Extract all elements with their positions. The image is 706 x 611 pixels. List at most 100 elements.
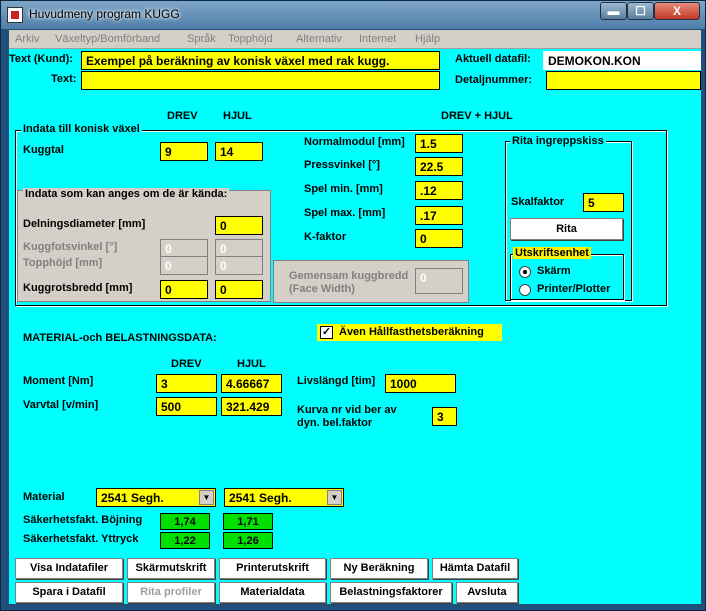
menu-internet[interactable]: Internet — [359, 33, 396, 45]
spel-max-input[interactable]: .17 — [415, 206, 463, 225]
topphojd-label: Topphöjd [mm] — [23, 257, 103, 269]
k-faktor-label: K-faktor — [304, 231, 347, 243]
materialdata-button[interactable]: Materialdata — [219, 582, 326, 603]
k-faktor-input[interactable]: 0 — [415, 229, 463, 248]
spel-min-input[interactable]: .12 — [415, 181, 463, 200]
varvtal-hjul-input[interactable]: 321.429 — [221, 397, 282, 416]
optional-frame-title: Indata som kan anges om de är kända: — [23, 188, 230, 200]
visa-indatafiler-button[interactable]: Visa Indatafiler — [15, 558, 123, 579]
sak-yttryck-hjul-value: 1,26 — [223, 532, 273, 549]
menu-topphojd[interactable]: Topphöjd — [228, 33, 273, 45]
normalmodul-label: Normalmodul [mm] — [304, 136, 405, 148]
kurva-sublabel: dyn. bel.faktor — [297, 417, 373, 429]
material-hjul-value: 2541 Segh. — [229, 491, 292, 505]
varvtal-label: Varvtal [v/min] — [23, 399, 99, 411]
kuggrotsbredd-label: Kuggrotsbredd [mm] — [23, 282, 133, 294]
avsluta-button[interactable]: Avsluta — [456, 582, 518, 603]
window-title: Huvudmeny program KUGG — [29, 7, 180, 21]
delningsdiameter-input[interactable]: 0 — [215, 216, 263, 235]
sak-bojning-drev-value: 1,74 — [160, 513, 210, 530]
skalfaktor-input[interactable]: 5 — [583, 193, 624, 212]
face-width-label: Gemensam kuggbredd — [289, 270, 409, 282]
indata-frame-title: Indata till konisk växel — [21, 123, 142, 135]
spel-min-label: Spel min. [mm] — [304, 183, 383, 195]
material-section-title: MATERIAL-och BELASTNINGSDATA: — [23, 332, 217, 344]
pressvinkel-input[interactable]: 22.5 — [415, 157, 463, 176]
face-width-input[interactable]: 0 — [415, 268, 463, 294]
rita-frame-title: Rita ingreppskiss — [510, 135, 606, 147]
menu-vaxeltyp[interactable]: Växeltyp/Bomförband — [55, 33, 160, 45]
printer-radio[interactable] — [519, 284, 531, 296]
title-bar[interactable]: Huvudmeny program KUGG ▬ ☐ X — [1, 1, 705, 29]
skarm-radio[interactable] — [519, 266, 531, 278]
menu-hjalp[interactable]: Hjälp — [415, 33, 440, 45]
face-width-sublabel: (Face Width) — [289, 283, 355, 295]
sak-bojning-hjul-value: 1,71 — [223, 513, 273, 530]
hallfasthet-label: Även Hållfasthetsberäkning — [339, 326, 484, 338]
menu-alternativ[interactable]: Alternativ — [296, 33, 342, 45]
text-input[interactable] — [81, 71, 440, 90]
moment-label: Moment [Nm] — [23, 375, 94, 387]
datafil-value: DEMOKON.KON — [543, 51, 701, 70]
drev-hjul-header: DREV + HJUL — [441, 110, 513, 122]
detaljnummer-input[interactable] — [546, 71, 701, 90]
close-button[interactable]: X — [654, 2, 700, 20]
material-drev-header: DREV — [171, 358, 202, 370]
sak-bojning-label: Säkerhetsfakt. Böjning — [23, 514, 143, 526]
material-hjul-select[interactable]: 2541 Segh. ▼ — [224, 488, 344, 507]
material-drev-select[interactable]: 2541 Segh. ▼ — [96, 488, 216, 507]
moment-hjul-input[interactable]: 4.66667 — [221, 374, 282, 393]
sak-yttryck-drev-value: 1,22 — [160, 532, 210, 549]
delningsdiameter-label: Delningsdiameter [mm] — [23, 218, 146, 230]
text-kund-input[interactable]: Exempel på beräkning av konisk växel med… — [81, 51, 440, 70]
app-icon — [7, 7, 23, 23]
menu-arkiv[interactable]: Arkiv — [15, 33, 39, 45]
utskriftsenhet-title: Utskriftsenhet — [513, 247, 591, 259]
client-area: Arkiv Växeltyp/Bomförband Språk Topphöjd… — [9, 30, 701, 604]
kurva-input[interactable]: 3 — [432, 407, 457, 426]
hallfasthet-checkbox[interactable]: ✓ — [320, 326, 333, 339]
material-hjul-header: HJUL — [237, 358, 266, 370]
maximize-button[interactable]: ☐ — [627, 2, 654, 20]
printerutskrift-button[interactable]: Printerutskrift — [219, 558, 326, 579]
kuggrotsbredd-drev-input[interactable]: 0 — [160, 280, 208, 299]
chevron-down-icon[interactable]: ▼ — [199, 490, 214, 505]
datafil-label: Aktuell datafil: — [455, 53, 531, 65]
skarm-label: Skärm — [537, 265, 571, 277]
livslangd-label: Livslängd [tim] — [297, 375, 376, 387]
kuggtal-hjul-input[interactable]: 14 — [215, 142, 263, 161]
ny-berakning-button[interactable]: Ny Beräkning — [330, 558, 428, 579]
rita-profiler-button[interactable]: Rita profiler — [127, 582, 215, 603]
text-label: Text: — [51, 73, 77, 85]
kurva-label: Kurva nr vid ber av — [297, 404, 397, 416]
hjul-column-header: HJUL — [223, 110, 252, 122]
hamta-datafil-button[interactable]: Hämta Datafil — [432, 558, 518, 579]
material-drev-value: 2541 Segh. — [101, 491, 164, 505]
kuggfotsvinkel-label: Kuggfotsvinkel [°] — [23, 241, 118, 253]
livslangd-input[interactable]: 1000 — [385, 374, 456, 393]
detaljnummer-label: Detaljnummer: — [455, 74, 533, 86]
kuggtal-label: Kuggtal — [23, 144, 64, 156]
printer-label: Printer/Plotter — [537, 283, 611, 295]
normalmodul-input[interactable]: 1.5 — [415, 134, 463, 153]
varvtal-drev-input[interactable]: 500 — [156, 397, 217, 416]
kuggrotsbredd-hjul-input[interactable]: 0 — [215, 280, 263, 299]
pressvinkel-label: Pressvinkel [°] — [304, 159, 380, 171]
chevron-down-icon[interactable]: ▼ — [327, 490, 342, 505]
topphojd-hjul-input[interactable]: 0 — [215, 256, 263, 275]
minimize-button[interactable]: ▬ — [600, 2, 627, 20]
drev-column-header: DREV — [167, 110, 198, 122]
topphojd-drev-input[interactable]: 0 — [160, 256, 208, 275]
sak-yttryck-label: Säkerhetsfakt. Yttryck — [23, 533, 139, 545]
text-kund-label: Text (Kund): — [9, 53, 73, 65]
material-label: Material — [23, 491, 65, 503]
menu-sprak[interactable]: Språk — [187, 33, 216, 45]
moment-drev-input[interactable]: 3 — [156, 374, 217, 393]
kuggtal-drev-input[interactable]: 9 — [160, 142, 208, 161]
spara-i-datafil-button[interactable]: Spara i Datafil — [15, 582, 123, 603]
menu-bar: Arkiv Växeltyp/Bomförband Språk Topphöjd… — [9, 30, 701, 49]
rita-button[interactable]: Rita — [510, 218, 623, 240]
skarmutskrift-button[interactable]: Skärmutskrift — [127, 558, 215, 579]
hallfasthet-checkbox-row[interactable]: ✓ Även Hållfasthetsberäkning — [317, 324, 502, 341]
belastningsfaktorer-button[interactable]: Belastningsfaktorer — [330, 582, 452, 603]
